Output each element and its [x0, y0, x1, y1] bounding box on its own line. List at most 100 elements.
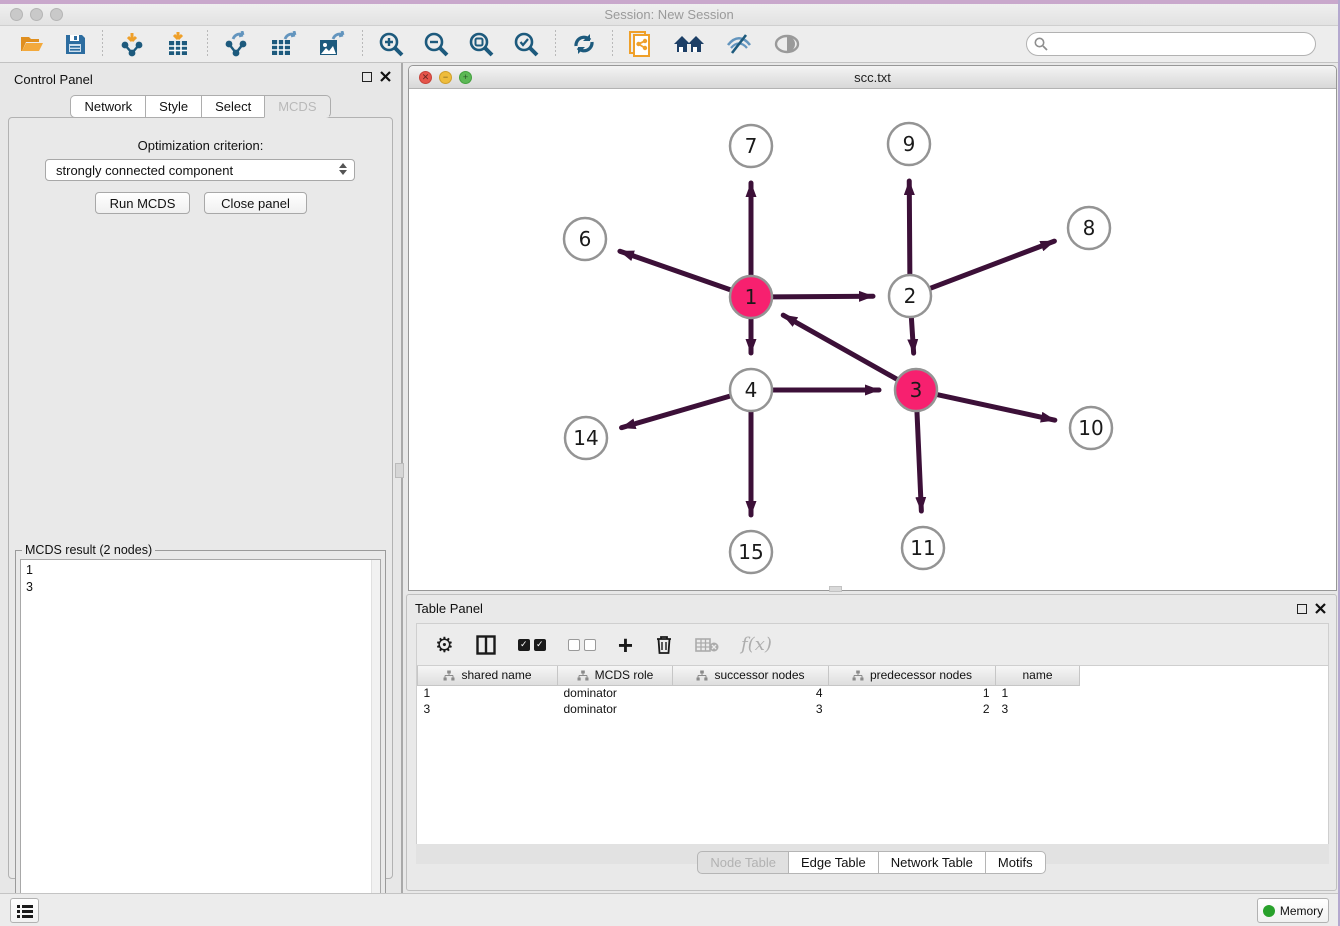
graph-node-label-4: 4: [745, 378, 758, 402]
open-session-button[interactable]: [10, 29, 54, 59]
new-network-from-selection-icon: [628, 30, 654, 58]
deselect-all-button[interactable]: [568, 639, 596, 651]
task-history-button[interactable]: [10, 898, 39, 923]
result-scrollbar[interactable]: [371, 560, 380, 919]
export-table-button[interactable]: [260, 29, 308, 59]
horizontal-splitter-grip[interactable]: [829, 586, 842, 592]
zoom-in-icon: [378, 31, 405, 58]
search-input[interactable]: [1026, 32, 1316, 56]
table-row[interactable]: 3 dominator 3 2 3: [418, 701, 1080, 717]
zoom-fit-button[interactable]: [459, 29, 504, 59]
tab-network[interactable]: Network: [70, 95, 145, 118]
import-network-button[interactable]: [109, 29, 155, 59]
graph-edge-1-2[interactable]: [773, 296, 873, 297]
network-window-title: scc.txt: [409, 70, 1336, 85]
split-columns-icon: [476, 635, 496, 655]
gear-button[interactable]: ⚙: [435, 633, 454, 657]
export-network-icon: [223, 31, 251, 57]
node-table[interactable]: shared name MCDS role successor nodes pr…: [416, 665, 1329, 851]
tab-select[interactable]: Select: [201, 95, 264, 118]
tab-mcds[interactable]: MCDS: [264, 95, 330, 118]
network-graph[interactable]: 7968124314101511: [409, 89, 1336, 590]
table-panel: Table Panel ⚙ ✓✓: [406, 594, 1337, 891]
network-canvas[interactable]: 7968124314101511: [409, 89, 1336, 590]
float-panel-icon[interactable]: [1297, 604, 1307, 614]
tab-style[interactable]: Style: [145, 95, 201, 118]
float-panel-icon[interactable]: [362, 72, 372, 82]
column-header-shared-name[interactable]: shared name: [418, 666, 558, 685]
new-network-from-selection-button[interactable]: [619, 29, 663, 59]
memory-status-icon: [1263, 905, 1275, 917]
task-list-icon: [17, 904, 33, 918]
mcds-result-text[interactable]: 1 3: [20, 559, 381, 920]
tab-edge-table[interactable]: Edge Table: [788, 851, 878, 874]
graph-edge-1-6[interactable]: [620, 251, 730, 290]
vertical-splitter[interactable]: [401, 63, 403, 893]
export-image-button[interactable]: [308, 29, 356, 59]
zoom-in-button[interactable]: [369, 29, 414, 59]
graph-edge-3-10[interactable]: [937, 395, 1054, 420]
network-view-window: ✕ − + scc.txt 7968124314101511: [408, 65, 1337, 591]
graph-edge-2-8[interactable]: [931, 241, 1055, 288]
mcds-result-group: MCDS result (2 nodes) 1 3: [15, 550, 386, 925]
vertical-splitter-grip[interactable]: [395, 463, 404, 478]
tab-network-table[interactable]: Network Table: [878, 851, 985, 874]
zoom-out-button[interactable]: [414, 29, 459, 59]
result-line: 3: [26, 579, 375, 596]
import-table-button[interactable]: [155, 29, 201, 59]
graph-edge-3-1[interactable]: [783, 315, 897, 379]
toolbar-separator: [612, 30, 613, 58]
graph-edge-4-14[interactable]: [622, 396, 730, 428]
select-all-button[interactable]: ✓✓: [518, 639, 546, 651]
graph-node-label-2: 2: [904, 284, 917, 308]
close-panel-icon[interactable]: [380, 71, 391, 82]
graph-edge-2-3[interactable]: [911, 318, 913, 353]
save-session-icon: [63, 32, 87, 56]
refresh-icon: [571, 31, 597, 57]
window-title: Session: New Session: [0, 7, 1338, 22]
save-session-button[interactable]: [54, 29, 96, 59]
import-network-icon: [118, 31, 146, 57]
optimization-criterion-dropdown[interactable]: strongly connected component: [45, 159, 355, 181]
show-panel-button[interactable]: [763, 29, 811, 59]
network-overview-button[interactable]: [663, 29, 715, 59]
delete-table-button[interactable]: [695, 637, 719, 653]
control-panel-title: Control Panel: [14, 72, 93, 87]
column-header-predecessor-nodes[interactable]: predecessor nodes: [829, 666, 996, 685]
graph-node-label-3: 3: [910, 378, 923, 402]
column-header-mcds-role[interactable]: MCDS role: [558, 666, 673, 685]
export-network-button[interactable]: [214, 29, 260, 59]
table-row[interactable]: 1 dominator 4 1 1: [418, 685, 1080, 701]
close-panel-icon[interactable]: [1315, 603, 1326, 614]
column-header-name[interactable]: name: [996, 666, 1080, 685]
network-window-titlebar[interactable]: ✕ − + scc.txt: [409, 66, 1336, 89]
run-mcds-button[interactable]: Run MCDS: [95, 192, 190, 214]
column-header-successor-nodes[interactable]: successor nodes: [673, 666, 829, 685]
graph-edge-3-11[interactable]: [917, 412, 921, 511]
eye-slash-icon: [724, 31, 754, 57]
gear-icon: ⚙: [435, 633, 454, 657]
function-icon: f(x): [741, 634, 772, 655]
graph-edge-2-9[interactable]: [909, 181, 910, 274]
tab-motifs[interactable]: Motifs: [985, 851, 1046, 874]
eye-icon: [772, 32, 802, 56]
function-builder-button[interactable]: f(x): [741, 634, 772, 655]
zoom-selected-button[interactable]: [504, 29, 549, 59]
export-image-icon: [317, 31, 347, 57]
zoom-out-icon: [423, 31, 450, 58]
delete-button[interactable]: [655, 634, 673, 655]
split-columns-button[interactable]: [476, 635, 496, 655]
add-column-button[interactable]: +: [618, 635, 633, 655]
graph-node-label-9: 9: [903, 132, 916, 156]
hide-panel-button[interactable]: [715, 29, 763, 59]
close-panel-button[interactable]: Close panel: [204, 192, 307, 214]
control-panel: Control Panel Network Style Select MCDS …: [0, 63, 401, 893]
tab-node-table[interactable]: Node Table: [697, 851, 788, 874]
plus-icon: +: [618, 635, 633, 655]
first-neighbors-button[interactable]: [562, 29, 606, 59]
mcds-result-title: MCDS result (2 nodes): [22, 543, 155, 557]
graph-node-label-1: 1: [745, 285, 758, 309]
memory-button[interactable]: Memory: [1257, 898, 1329, 923]
select-all-checkboxes-icon: ✓✓: [518, 639, 546, 651]
optimization-criterion-label: Optimization criterion:: [9, 138, 392, 153]
